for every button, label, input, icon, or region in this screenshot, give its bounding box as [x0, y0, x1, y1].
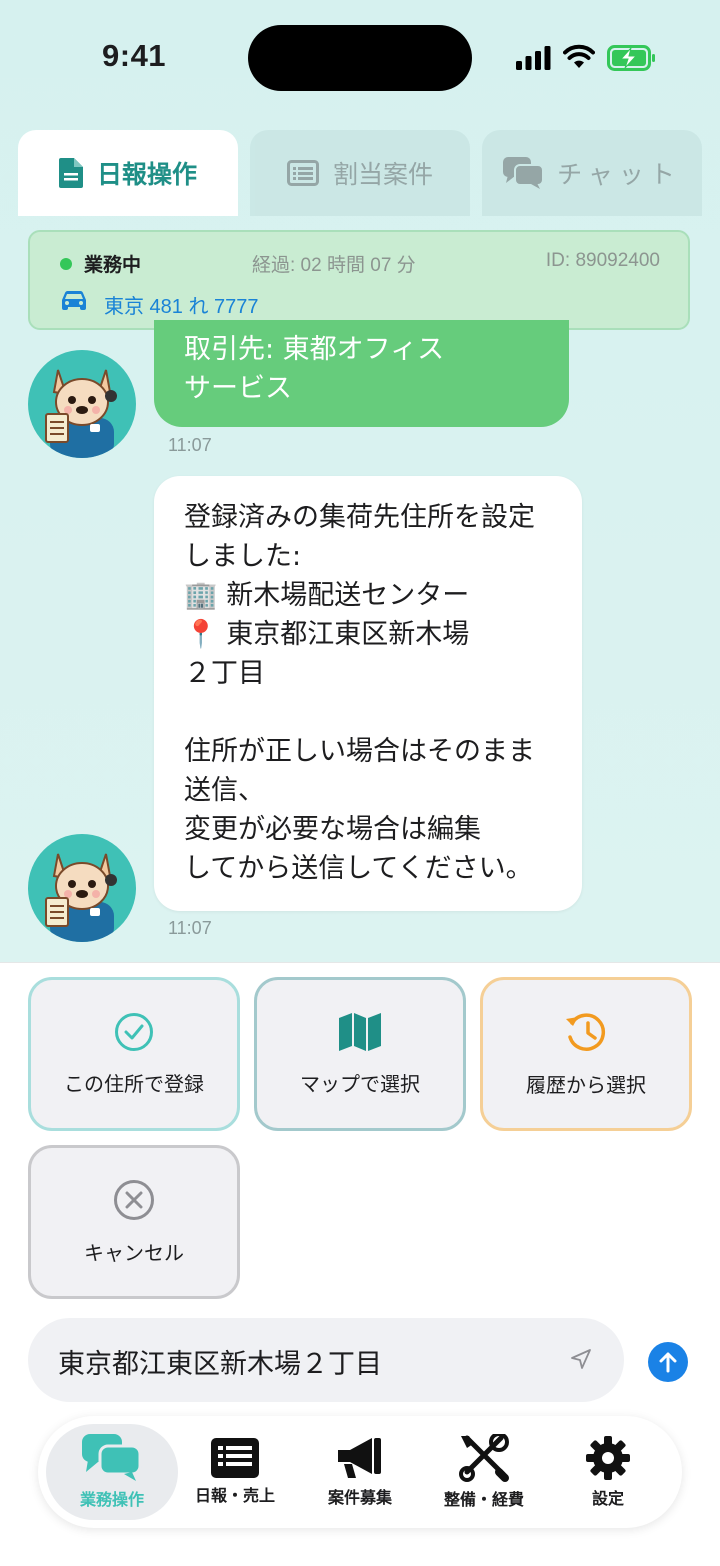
- top-tab-bar: 日報操作 割当案件 チャット: [18, 130, 702, 216]
- message-line: 送信、: [184, 775, 265, 806]
- nav-label: 整備・経費: [443, 1490, 524, 1509]
- location-arrow-icon[interactable]: [570, 1348, 592, 1370]
- gear-icon: [586, 1436, 630, 1480]
- bottom-nav: 業務操作 日報・売上 案件募集 整備・経費 設定: [38, 1416, 682, 1528]
- nav-label: 設定: [591, 1489, 624, 1508]
- cellular-signal-icon: [516, 46, 551, 70]
- tab-daily-report[interactable]: 日報操作: [18, 130, 238, 216]
- tab-label: チャット: [557, 160, 681, 189]
- nav-label: 案件募集: [327, 1488, 392, 1507]
- message-line: 📍 東京都江東区新木場: [184, 619, 470, 650]
- message-input[interactable]: 東京都江東区新木場２丁目: [28, 1318, 624, 1402]
- document-icon: [58, 158, 83, 188]
- send-button[interactable]: [648, 1342, 688, 1382]
- message-line: 取引先: 東都オフィス: [184, 334, 445, 365]
- message-line: 変更が必要な場合は編集: [184, 814, 481, 845]
- message-line-blank: [184, 693, 562, 732]
- nav-label: 業務操作: [79, 1490, 144, 1509]
- license-plate[interactable]: 東京 481 れ 7777: [104, 290, 259, 319]
- message-line: しました:: [184, 541, 302, 572]
- status-bar: 9:41: [0, 0, 720, 120]
- work-status-card: 業務中 経過: 02 時間 07 分 ID: 89092400 東京 481 れ…: [28, 230, 690, 330]
- check-circle-icon: [115, 1012, 153, 1051]
- tab-assigned-jobs[interactable]: 割当案件: [250, 130, 470, 216]
- message-line: ２丁目: [184, 658, 265, 689]
- tab-label: 割当案件: [332, 160, 433, 189]
- nav-item-operations[interactable]: 業務操作: [46, 1424, 178, 1520]
- select-from-history-button[interactable]: 履歴から選択: [480, 977, 692, 1131]
- status-time: 9:41: [102, 38, 167, 73]
- map-icon: [339, 1012, 381, 1051]
- button-label: マップで選択: [300, 1071, 420, 1096]
- message-bubble-partner: 取引先: 東都オフィス サービス: [154, 320, 569, 427]
- select-on-map-button[interactable]: マップで選択: [254, 977, 466, 1131]
- message-timestamp: 11:07: [168, 918, 212, 938]
- bot-avatar: [28, 350, 136, 458]
- list-icon: [286, 160, 319, 186]
- x-circle-icon: [114, 1179, 154, 1220]
- button-label: この住所で登録: [64, 1071, 204, 1096]
- nav-item-maintenance[interactable]: 整備・経費: [424, 1416, 544, 1528]
- chat-icon: [503, 157, 544, 189]
- message-line: してから送信してください。: [184, 853, 533, 884]
- report-list-icon: [211, 1438, 259, 1478]
- dynamic-island: [248, 25, 472, 91]
- button-label: 履歴から選択: [526, 1072, 646, 1097]
- bot-avatar: [28, 834, 136, 942]
- button-label: キャンセル: [84, 1240, 184, 1265]
- history-icon: [566, 1012, 606, 1051]
- status-dot: [60, 258, 72, 270]
- nav-label: 日報・売上: [194, 1486, 275, 1505]
- nav-item-reports[interactable]: 日報・売上: [180, 1416, 290, 1528]
- nav-item-job-postings[interactable]: 案件募集: [302, 1416, 418, 1528]
- message-timestamp: 11:07: [168, 435, 212, 455]
- battery-charging-icon: [607, 45, 655, 71]
- nav-item-settings[interactable]: 設定: [558, 1416, 658, 1528]
- message-bubble-address: 登録済みの集荷先住所を設定 しました: 🏢 新木場配送センター 📍 東京都江東区…: [154, 476, 582, 911]
- message-line: サービス: [184, 373, 292, 404]
- arrow-up-icon: [659, 1352, 677, 1373]
- tab-chat[interactable]: チャット: [482, 130, 702, 216]
- megaphone-icon: [338, 1438, 381, 1478]
- car-icon: [62, 290, 86, 310]
- wifi-icon: [563, 44, 595, 68]
- message-line: 住所が正しい場合はそのまま: [184, 736, 535, 767]
- cancel-button[interactable]: キャンセル: [28, 1145, 240, 1299]
- vehicle-id: ID: 89092400: [545, 250, 660, 271]
- tools-icon: [459, 1434, 509, 1482]
- message-line: 🏢 新木場配送センター: [184, 580, 470, 611]
- dog-mascot-icon: [45, 369, 117, 458]
- message-line: 登録済みの集荷先住所を設定: [184, 502, 535, 533]
- register-address-button[interactable]: この住所で登録: [28, 977, 240, 1131]
- work-state: 業務中: [84, 255, 142, 276]
- tab-label: 日報操作: [96, 160, 197, 189]
- elapsed-time: 経過: 02 時間 07 分: [252, 255, 416, 276]
- message-input-value: 東京都江東区新木場２丁目: [58, 1349, 382, 1380]
- chat-bubbles-icon: [82, 1434, 142, 1481]
- dog-mascot-icon: [45, 853, 117, 942]
